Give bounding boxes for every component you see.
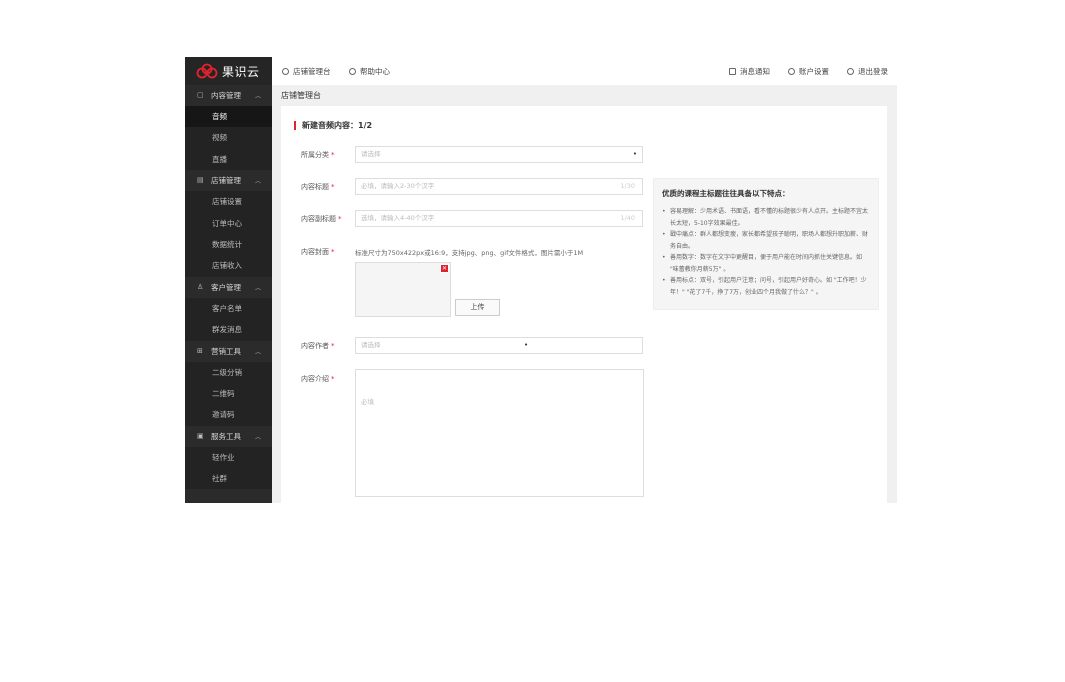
subtitle-counter: 1/40 xyxy=(620,214,635,222)
upload-button[interactable]: 上传 xyxy=(455,299,500,316)
chevron-up-icon: ︿ xyxy=(254,178,261,186)
dropdown-arrow-icon: • xyxy=(524,341,529,349)
marketing-icon: ⊞ xyxy=(197,346,203,355)
topbar-messages[interactable]: 消息通知 xyxy=(729,66,770,77)
topbar-help-center[interactable]: 帮助中心 xyxy=(349,66,390,77)
tip-item: 善用标点：双号，引起用户注意；问号，引起用户好奇心。如 "工作吧！少年！" "花… xyxy=(662,275,870,298)
subtitle-input[interactable]: 选填，请输入4-40个汉字 1/40 xyxy=(355,210,643,227)
author-label: 内容作者 * xyxy=(301,342,335,350)
tips-panel: 优质的课程主标题往往具备以下特点： 容易理解：少用术语、书面语，看不懂的标题很少… xyxy=(653,178,879,310)
gear-icon xyxy=(282,68,289,75)
sidebar-item-video[interactable]: 视频 xyxy=(185,127,272,149)
sidebar-item-invite-code[interactable]: 邀请码 xyxy=(185,404,272,426)
help-icon xyxy=(349,68,356,75)
store-icon: ▤ xyxy=(197,176,204,185)
service-icon: ▣ xyxy=(197,431,204,440)
sidebar-group-marketing[interactable]: ⊞ 营销工具 ︿ xyxy=(185,340,272,362)
sidebar-item-store-settings[interactable]: 店铺设置 xyxy=(185,191,272,213)
sidebar-item-community[interactable]: 社群 xyxy=(185,468,272,490)
sidebar: 果识云 ▢ 内容管理 ︿ 音频 视频 直播 ▤ 店铺管理 ︿ 店铺设置 订单中心… xyxy=(185,57,272,503)
topbar-label: 帮助中心 xyxy=(360,67,390,76)
brand-name: 果识云 xyxy=(222,64,260,79)
intro-label: 内容介绍 * xyxy=(301,375,335,383)
sidebar-item-orders[interactable]: 订单中心 xyxy=(185,212,272,234)
form-card: 新建音频内容：1/2 所属分类 * 请选择 • 内容标题 * 必填，请输入2-30个… xyxy=(281,106,887,503)
sidebar-group-content[interactable]: ▢ 内容管理 ︿ xyxy=(185,85,272,106)
sidebar-item-broadcast[interactable]: 群发消息 xyxy=(185,319,272,341)
sidebar-group-customers[interactable]: ♙ 客户管理 ︿ xyxy=(185,276,272,298)
settings-icon xyxy=(788,68,795,75)
chevron-up-icon: ︿ xyxy=(254,284,261,292)
customer-icon: ♙ xyxy=(197,282,204,291)
content-icon: ▢ xyxy=(197,91,204,99)
cover-upload-area[interactable]: ✕ xyxy=(355,262,451,317)
author-select[interactable]: 请选择 • xyxy=(355,337,643,354)
cover-hint: 标准尺寸为750x422px或16:9，支持jpg、png、gif文件格式，图片… xyxy=(355,249,584,257)
sidebar-group-label: 服务工具 xyxy=(211,431,241,441)
title-input[interactable]: 必填，请输入2-30个汉字 1/30 xyxy=(355,178,643,195)
tip-item: 容易理解：少用术语、书面语，看不懂的标题很少有人点开。主标题不宜太长太短，5-1… xyxy=(662,206,870,229)
author-placeholder: 请选择 xyxy=(361,341,381,349)
brand-logo[interactable]: 果识云 xyxy=(185,57,272,85)
cover-label: 内容封面 * xyxy=(301,248,335,256)
top-bar: 店铺管理台 帮助中心 消息通知 账户设置 退出登录 xyxy=(272,57,897,85)
close-icon[interactable]: ✕ xyxy=(440,264,449,273)
sidebar-item-statistics[interactable]: 数据统计 xyxy=(185,233,272,256)
sidebar-item-income[interactable]: 店铺收入 xyxy=(185,255,272,277)
topbar-label: 账户设置 xyxy=(799,67,829,76)
breadcrumb: 店铺管理台 xyxy=(281,91,321,100)
sidebar-item-audio[interactable]: 音频 xyxy=(185,106,272,128)
sidebar-item-distribution[interactable]: 二级分销 xyxy=(185,361,272,383)
subtitle-label: 内容副标题 * xyxy=(301,215,342,223)
topbar-store-console[interactable]: 店铺管理台 xyxy=(282,66,331,77)
dropdown-arrow-icon: • xyxy=(632,150,637,158)
tip-item: 善用数字：数字在文字中更醒目，便于用户能在时间内抓住关键信息。如 "味蕾教你月薪… xyxy=(662,252,870,275)
sidebar-item-live[interactable]: 直播 xyxy=(185,148,272,171)
title-label: 内容标题 * xyxy=(301,183,335,191)
app-window: 果识云 ▢ 内容管理 ︿ 音频 视频 直播 ▤ 店铺管理 ︿ 店铺设置 订单中心… xyxy=(185,57,897,503)
sidebar-item-homework[interactable]: 轻作业 xyxy=(185,446,272,469)
category-placeholder: 请选择 xyxy=(361,150,381,158)
chevron-up-icon: ︿ xyxy=(254,348,261,356)
section-title: 新建音频内容：1/2 xyxy=(294,120,372,131)
message-icon xyxy=(729,68,736,75)
topbar-account-settings[interactable]: 账户设置 xyxy=(788,66,829,77)
sidebar-group-service[interactable]: ▣ 服务工具 ︿ xyxy=(185,425,272,447)
chevron-up-icon: ︿ xyxy=(254,433,261,441)
chevron-up-icon: ︿ xyxy=(254,93,261,100)
topbar-label: 消息通知 xyxy=(740,67,770,76)
category-label: 所属分类 * xyxy=(301,151,335,159)
intro-textarea[interactable]: 必填 xyxy=(355,369,644,497)
category-select[interactable]: 请选择 • xyxy=(355,146,643,163)
sidebar-item-customer-list[interactable]: 客户名单 xyxy=(185,297,272,320)
sidebar-group-store[interactable]: ▤ 店铺管理 ︿ xyxy=(185,170,272,192)
topbar-label: 退出登录 xyxy=(858,67,888,76)
sidebar-group-label: 客户管理 xyxy=(211,282,241,292)
cloud-logo-icon xyxy=(196,63,218,79)
power-icon xyxy=(847,68,854,75)
topbar-logout[interactable]: 退出登录 xyxy=(847,66,888,77)
sidebar-group-label: 营销工具 xyxy=(211,346,241,356)
sidebar-item-qrcode[interactable]: 二维码 xyxy=(185,382,272,405)
tips-title: 优质的课程主标题往往具备以下特点： xyxy=(662,189,790,198)
sidebar-group-label: 内容管理 xyxy=(211,91,241,100)
tip-item: 戳中痛点：群人都想变瘦，家长都希望孩子聪明，职场人都想升职加薪、财务自由。 xyxy=(662,229,870,252)
title-placeholder: 必填，请输入2-30个汉字 xyxy=(361,182,435,190)
title-counter: 1/30 xyxy=(620,182,635,190)
subtitle-placeholder: 选填，请输入4-40个汉字 xyxy=(361,214,435,222)
topbar-label: 店铺管理台 xyxy=(293,67,331,76)
intro-placeholder: 必填 xyxy=(361,398,374,406)
sidebar-group-label: 店铺管理 xyxy=(211,176,241,186)
